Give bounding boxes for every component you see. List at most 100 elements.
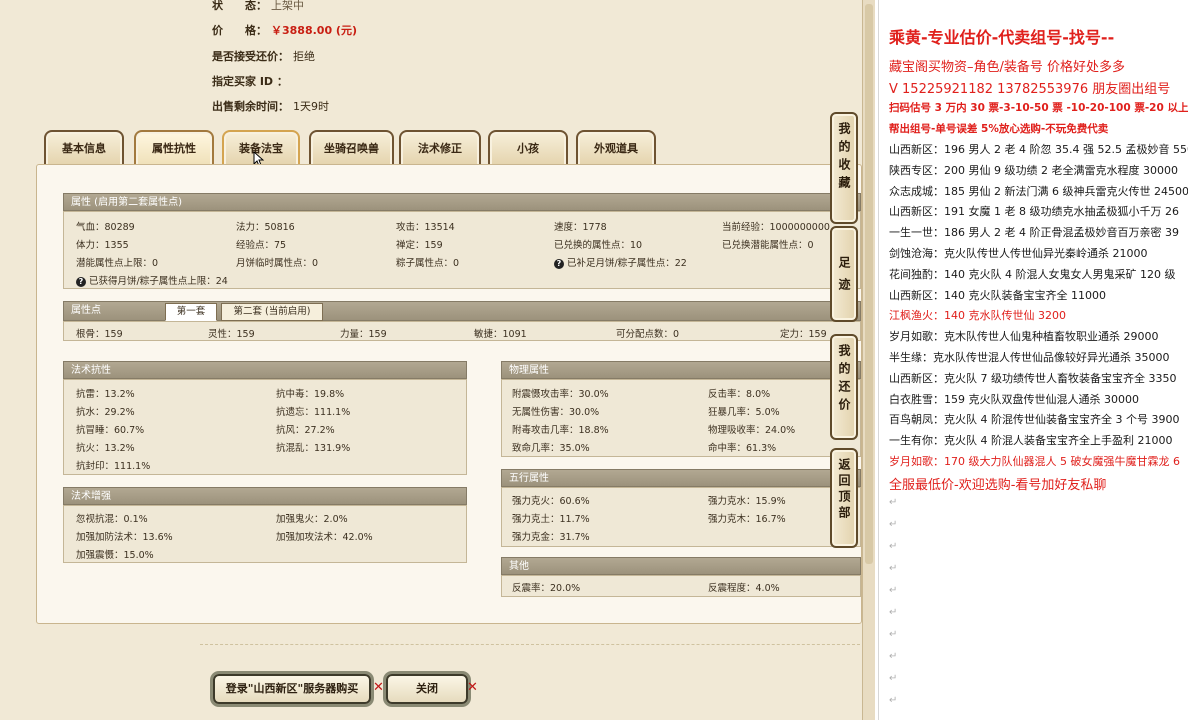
attr-attack: 攻击：13514: [396, 222, 455, 233]
side-back-to-top-label: 返回顶部: [837, 458, 851, 522]
attr-exp: 当前经验：1000000000: [722, 222, 830, 233]
price-label: 价 格：: [212, 24, 267, 37]
return-mark: ↵: [889, 519, 898, 530]
attr-filled-points: ? 已补足月饼/粽子属性点：22: [554, 255, 687, 269]
elem-fire: 强力克火：60.6%: [512, 496, 590, 507]
attr-exchanged-potential: 已兑换潜能属性点：0: [722, 240, 814, 251]
points-body: 根骨：159 灵性：159 力量：159 敏捷：1091 可分配点数：0 定力：…: [63, 321, 861, 341]
phys-berserk: 狂暴几率：5.0%: [708, 407, 780, 418]
physical-header: 物理属性: [501, 361, 861, 379]
close-button[interactable]: 关闭: [386, 674, 468, 704]
overlay-list-item: 一生有你：克火队 4 阶混人装备宝宝齐全上手盈利 21000: [889, 434, 1173, 448]
tab-child[interactable]: 小孩: [488, 130, 568, 166]
overlay-title: 乘黄-专业估价-代卖组号-找号--: [889, 28, 1115, 47]
enhance-defense-spell: 加强加防法术：13.6%: [76, 532, 173, 543]
point-strength: 力量：159: [340, 329, 387, 340]
enhance-body: 忽视抗混：0.1% 加强鬼火：2.0% 加强加防法术：13.6% 加强加攻法术：…: [63, 505, 467, 563]
overlay-list-item: 江枫渔火：140 克水队传世仙 3200: [889, 309, 1066, 323]
tab-spell-correction[interactable]: 法术修正: [399, 130, 481, 166]
enhance-ignore-chaos: 忽视抗混：0.1%: [76, 514, 148, 525]
price-value: ￥3888.00 (元): [271, 24, 357, 37]
divider: [200, 644, 860, 645]
phys-hit: 命中率：61.3%: [708, 443, 777, 454]
overlay-list-item: 众志成城：185 男仙 2 新法门满 6 级神兵雷克火传世 24500: [889, 184, 1188, 198]
attr-filled-points-text: 已补足月饼/粽子属性点：22: [567, 258, 687, 269]
phys-poison-attack: 附毒攻击几率：18.8%: [512, 425, 609, 436]
tab-appearance[interactable]: 外观道具: [576, 130, 656, 166]
side-my-offers-button[interactable]: 我的还价: [830, 334, 858, 440]
return-mark: ↵: [889, 541, 898, 552]
overlay-list-item: 花间独酌：140 克火队 4 阶混人女鬼女人男鬼采矿 120 级: [889, 267, 1176, 281]
resist-sleep: 抗冒睡：60.7%: [76, 425, 145, 436]
elements-header: 五行属性: [501, 469, 861, 487]
text-overlay-panel: 乘黄-专业估价-代卖组号-找号-- 藏宝阁买物资–角色/装备号 价格好处多多 V…: [878, 0, 1188, 720]
overlay-promo1: 扫码估号 3 万内 30 票-3-10-50 票 -10-20-100 票-20…: [889, 102, 1188, 114]
page-scrollbar[interactable]: [862, 0, 875, 720]
side-my-offers-label: 我的还价: [837, 344, 851, 416]
return-mark: ↵: [889, 607, 898, 618]
resist-seal: 抗封印：111.1%: [76, 461, 151, 472]
point-spirit: 灵性：159: [208, 329, 255, 340]
return-mark: ↵: [889, 695, 898, 706]
overlay-list-item: 岁月如歌：170 级大力队仙器混人 5 破女魔强牛魔甘霖龙 6: [889, 455, 1180, 468]
attr-exchanged-points: 已兑换的属性点：10: [554, 240, 643, 251]
enhance-deter: 加强震慑：15.0%: [76, 550, 154, 561]
side-footprint-button[interactable]: 足迹: [830, 226, 858, 322]
resist-poison: 抗中毒：19.8%: [276, 389, 345, 400]
overlay-footer: 全服最低价-欢迎选购-看号加好友私聊: [889, 478, 1107, 493]
points-tab-set2[interactable]: 第二套 (当前启用): [221, 303, 323, 321]
phys-deter-attack: 附震慑攻击率：30.0%: [512, 389, 609, 400]
status-label: 状 态：: [212, 0, 267, 12]
counter-offer-value: 拒绝: [293, 50, 315, 63]
point-constitution: 根骨：159: [76, 329, 123, 340]
attr-hp: 气血：80289: [76, 222, 135, 233]
attr-exp-points: 经验点：75: [236, 240, 287, 251]
overlay-line1: 藏宝阁买物资–角色/装备号 价格好处多多: [889, 60, 1126, 75]
overlay-list-item: 一生一世：186 男人 2 老 4 阶正骨混孟极妙音百万亲密 39: [889, 226, 1179, 240]
overlay-phones: V 15225921182 13782553976 朋友圈出组号: [889, 82, 1171, 97]
side-favorites-label: 我的收藏: [837, 122, 851, 194]
status-value: 上架中: [271, 0, 304, 12]
point-endurance: 定力：159: [780, 329, 827, 340]
price-row: 价 格： ￥3888.00 (元): [212, 22, 357, 38]
return-mark: ↵: [889, 673, 898, 684]
resist-wind: 抗风：27.2%: [276, 425, 335, 436]
tab-basic-info[interactable]: 基本信息: [44, 130, 124, 166]
points-tab-set1[interactable]: 第一套: [165, 303, 217, 321]
scrollbar-thumb[interactable]: [865, 4, 873, 564]
elem-water: 强力克水：15.9%: [708, 496, 786, 507]
overlay-list-item: 陕西专区：200 男仙 9 级功绩 2 老全满雷克水程度 30000: [889, 163, 1178, 177]
attr-meditation: 禅定：159: [396, 240, 443, 251]
help-icon[interactable]: ?: [76, 276, 86, 287]
return-mark: ↵: [889, 629, 898, 640]
side-back-to-top-button[interactable]: 返回顶部: [830, 448, 858, 548]
close-mark-icon: ✕: [373, 680, 384, 695]
side-favorites-button[interactable]: 我的收藏: [830, 112, 858, 224]
close-mark-icon-2: ✕: [467, 680, 478, 695]
overlay-promo2: 帮出组号-单号误差 5%放心选购-不玩免费代卖: [889, 123, 1109, 135]
phys-absorb: 物理吸收率：24.0%: [708, 425, 796, 436]
listing-page: 状 态： 上架中 价 格： ￥3888.00 (元) 是否接受还价： 拒绝 指定买家 …: [0, 0, 875, 720]
resist-water: 抗水：29.2%: [76, 407, 135, 418]
attr-note-text: 已获得月饼/粽子属性点上限：24: [89, 276, 228, 287]
counter-offer-row: 是否接受还价： 拒绝: [212, 48, 315, 64]
elem-wood: 强力克木：16.7%: [708, 514, 786, 525]
phys-crit: 致命几率：35.0%: [512, 443, 590, 454]
time-row: 出售剩余时间： 1天9时: [212, 98, 329, 114]
resist-body: 抗雷：13.2% 抗中毒：19.8% 抗水：29.2% 抗遗忘：111.1% 抗…: [63, 379, 467, 475]
phys-counter: 反击率：8.0%: [708, 389, 771, 400]
overlay-list-item: 山西新区：196 男人 2 老 4 阶忽 35.4 强 52.5 孟极妙音 55…: [889, 143, 1188, 156]
overlay-list-item: 岁月如歌：克木队传世人仙鬼种植畜牧职业通杀 29000: [889, 330, 1159, 344]
resist-chaos: 抗混乱：131.9%: [276, 443, 351, 454]
overlay-list-item: 剑蚀沧海：克火队传世人传世仙异光秦岭通杀 21000: [889, 247, 1148, 260]
elements-body: 强力克火：60.6% 强力克水：15.9% 强力克土：11.7% 强力克木：16…: [501, 487, 861, 547]
overlay-list-item: 白衣胜雪：159 克火队双盘传世仙混人通杀 30000: [889, 392, 1139, 406]
return-mark: ↵: [889, 563, 898, 574]
enhance-attack-spell: 加强加攻法术：42.0%: [276, 532, 373, 543]
help-icon[interactable]: ?: [554, 258, 564, 269]
return-mark: ↵: [889, 585, 898, 596]
login-buy-button[interactable]: 登录"山西新区"服务器购买: [213, 674, 371, 704]
tab-attr-resist[interactable]: 属性抗性: [134, 130, 214, 166]
attr-header: 属性 (启用第二套属性点): [63, 193, 861, 211]
tab-mount-summon[interactable]: 坐骑召唤兽: [309, 130, 394, 166]
